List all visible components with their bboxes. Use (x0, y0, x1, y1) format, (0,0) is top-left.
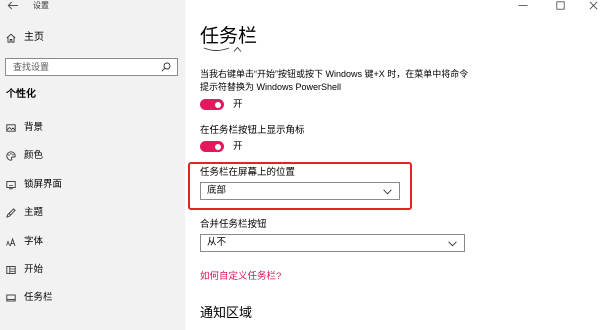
combine-buttons-dropdown[interactable]: 从不 (200, 234, 465, 252)
theme-icon (6, 208, 16, 218)
powershell-toggle-state: 开 (233, 99, 243, 110)
taskbar-icon (6, 293, 16, 303)
start-icon (6, 265, 16, 275)
chevron-down-icon (383, 188, 392, 195)
powershell-setting-description: 当我右键单击“开始”按钮或按下 Windows 键+X 时，在菜单中将命令提示符… (200, 69, 469, 92)
search-box[interactable] (5, 58, 178, 76)
toggle-knob (215, 143, 221, 150)
sidebar-item-colors[interactable]: 颜色 (0, 142, 185, 170)
lock-screen-icon (6, 180, 16, 190)
section-title: 个性化 (6, 89, 36, 100)
picture-icon (6, 123, 16, 133)
sidebar-item-label: 主页 (24, 32, 44, 43)
sidebar-item-fonts[interactable]: 字体 (0, 228, 185, 256)
toggle-knob (215, 101, 221, 108)
show-badges-toggle[interactable] (200, 141, 224, 152)
sidebar-item-home[interactable]: 主页 (0, 29, 185, 47)
chevron-down-icon (448, 240, 457, 247)
sidebar-item-label: 字体 (24, 235, 44, 247)
powershell-toggle[interactable] (200, 99, 224, 110)
sidebar-item-label: 任务栏 (24, 292, 53, 304)
sidebar-nav: 背景 颜色 锁屏界面 主题 字体 开始 任务栏 (0, 114, 185, 313)
sidebar-item-start[interactable]: 开始 (0, 256, 185, 284)
home-icon (6, 33, 16, 43)
sidebar-item-label: 颜色 (24, 150, 44, 162)
clipped-scrolled-content (202, 44, 246, 54)
sidebar-item-label: 主题 (24, 207, 44, 219)
font-icon (6, 237, 16, 247)
sidebar-item-label: 锁屏界面 (24, 178, 63, 190)
close-icon[interactable] (589, 1, 598, 10)
combine-buttons-label: 合并任务栏按钮 (200, 219, 267, 230)
sidebar-item-background[interactable]: 背景 (0, 114, 185, 142)
sidebar-item-themes[interactable]: 主题 (0, 199, 185, 227)
show-badges-toggle-state: 开 (233, 141, 243, 152)
minimize-icon[interactable] (518, 3, 528, 8)
sidebar-item-lock-screen[interactable]: 锁屏界面 (0, 171, 185, 199)
dropdown-value: 底部 (207, 185, 227, 196)
sidebar-item-label: 背景 (24, 122, 44, 133)
maximize-icon[interactable] (556, 1, 565, 10)
search-icon[interactable] (161, 62, 171, 72)
customize-taskbar-help-link[interactable]: 如何自定义任务栏? (200, 270, 281, 283)
notification-area-heading: 通知区域 (200, 305, 253, 320)
palette-icon (6, 151, 16, 162)
taskbar-position-dropdown[interactable]: 底部 (200, 182, 400, 200)
sidebar: 设置 主页 个性化 背景 颜色 锁屏界面 (0, 0, 185, 330)
taskbar-position-label: 任务栏在屏幕上的位置 (200, 167, 296, 178)
app-title: 设置 (33, 1, 49, 10)
back-arrow-icon[interactable] (7, 1, 19, 10)
show-badges-label: 在任务栏按钮上显示角标 (200, 125, 305, 136)
search-input[interactable] (6, 59, 163, 75)
sidebar-item-taskbar[interactable]: 任务栏 (0, 284, 185, 312)
sidebar-item-label: 开始 (24, 263, 44, 275)
dropdown-value: 从不 (207, 237, 227, 248)
